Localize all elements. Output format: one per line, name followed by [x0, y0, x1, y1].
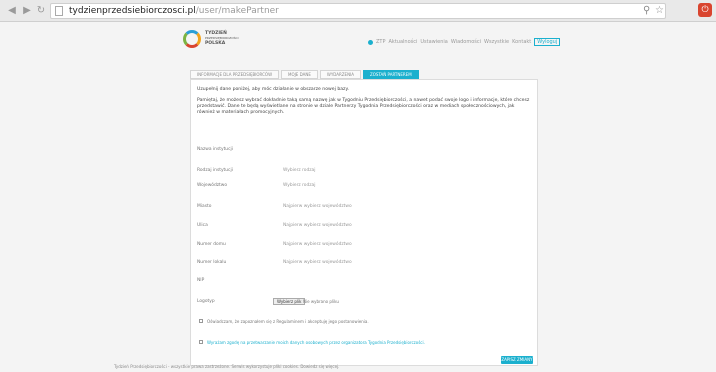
tab-my-data[interactable]: MOJE DANE [281, 70, 318, 79]
field-label: Nazwa instytucji [197, 147, 233, 152]
url-host: tydzienprzedsiebiorczosci.pl [69, 6, 196, 16]
logo-line-3: POLSKA [205, 41, 226, 46]
zoom-icon[interactable]: ⚲ [643, 5, 650, 16]
terms-checkbox[interactable] [199, 319, 203, 323]
nav-item[interactable]: Aktualności [389, 39, 418, 45]
voivodeship-select[interactable]: Wybierz rodzaj [283, 183, 315, 188]
nav-item[interactable]: Wiadomości [451, 39, 481, 45]
back-icon[interactable]: ◀ [6, 5, 18, 17]
city-select[interactable]: Najpierw wybierz województwo [283, 204, 352, 209]
reload-icon[interactable]: ↻ [35, 5, 47, 17]
intro-text-2: Pamiętaj, że możesz wybrać dokładnie tak… [197, 98, 530, 115]
nav-item[interactable]: ZTP [376, 39, 386, 45]
bookmark-star-icon[interactable]: ☆ [655, 5, 664, 16]
privacy-label[interactable]: Wyrażam zgodę na przetwarzanie moich dan… [207, 340, 425, 345]
field-label: Numer domu [197, 242, 226, 247]
file-status: Nie wybrano pliku [303, 299, 339, 304]
intro-text-1: Uzupełnij dane poniżej, aby móc działani… [197, 87, 349, 92]
nav-item[interactable]: Kontakt [512, 39, 531, 45]
address-bar[interactable]: tydzienprzedsiebiorczosci.pl/user/makePa… [50, 3, 666, 19]
tab-info[interactable]: INFORMACJE DLA PRZEDSIĘBIORCÓW [190, 70, 280, 79]
footer-text: Tydzień Przedsiębiorczości - wszystkie p… [114, 364, 340, 369]
browser-toolbar: ◀ ▶ ↻ tydzienprzedsiebiorczosci.pl/user/… [0, 0, 716, 22]
extension-icon[interactable]: ⏻ [698, 3, 712, 17]
save-button[interactable]: ZAPISZ ZMIANY [501, 356, 533, 364]
nav-dot-icon [368, 39, 373, 45]
logo-label: Logotyp [197, 299, 215, 304]
page: TYDZIEŃ PRZEDSIĘBIORCZOŚCI POLSKA ZTP Ak… [0, 22, 716, 372]
top-navigation: ZTP Aktualności Ustawienia Wiadomości Ws… [368, 38, 561, 46]
field-label: Ulica [197, 223, 208, 228]
page-icon [55, 6, 63, 16]
site-logo[interactable]: TYDZIEŃ PRZEDSIĘBIORCZOŚCI POLSKA [183, 28, 243, 54]
url-path: /user/makePartner [195, 6, 279, 16]
tab-events[interactable]: WYDARZENIA [319, 70, 361, 79]
house-number-select[interactable]: Najpierw wybierz województwo [283, 242, 352, 247]
privacy-checkbox[interactable] [199, 340, 203, 344]
apartment-number-select[interactable]: Najpierw wybierz województwo [283, 260, 352, 265]
logo-mark-icon [183, 30, 201, 48]
choose-file-button[interactable]: Wybierz plik [273, 298, 306, 305]
field-label: Województwo [197, 183, 228, 188]
url-text[interactable]: tydzienprzedsiebiorczosci.pl/user/makePa… [69, 5, 279, 17]
institution-type-select[interactable]: Wybierz rodzaj [283, 168, 315, 173]
street-select[interactable]: Najpierw wybierz województwo [283, 223, 352, 228]
nav-item[interactable]: Ustawienia [420, 39, 447, 45]
field-label: Miasto [197, 204, 212, 209]
nav-item[interactable]: Wszystkie [484, 39, 509, 45]
form-intro: Uzupełnij dane poniżej, aby móc działani… [197, 87, 533, 116]
field-label: NIP [197, 278, 205, 283]
forward-icon[interactable]: ▶ [21, 5, 33, 17]
field-label: Rodzaj instytucji [197, 168, 233, 173]
terms-label: Oświadczam, że zapoznałem się z Regulami… [207, 319, 369, 324]
tab-become-partner[interactable]: ZOSTAŃ PARTNEREM [362, 70, 419, 79]
partner-form: Uzupełnij dane poniżej, aby móc działani… [190, 79, 538, 366]
field-label: Numer lokalu [197, 260, 227, 265]
logout-button[interactable]: Wyloguj [534, 38, 561, 46]
